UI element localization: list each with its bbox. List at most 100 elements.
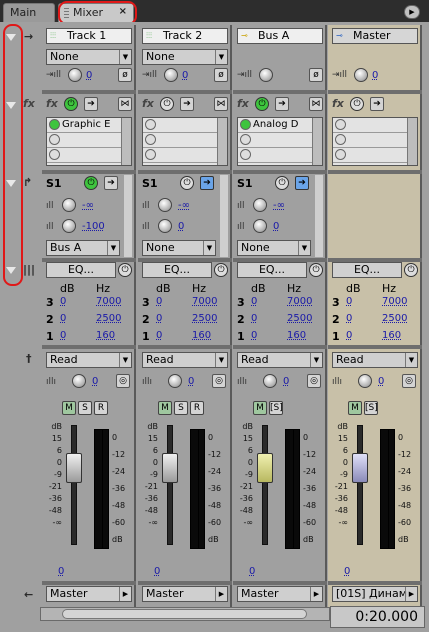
input-gain-value[interactable]: 0	[182, 70, 188, 81]
eq-gain-value[interactable]: 0	[60, 296, 66, 307]
eq-freq-value[interactable]: 7000	[96, 296, 121, 307]
eq-button[interactable]: EQ...	[237, 262, 307, 278]
phase-invert-button[interactable]: ø	[214, 68, 228, 82]
eq-gain-value[interactable]: 0	[60, 330, 66, 341]
fx-slot[interactable]	[47, 133, 131, 148]
fx-bypass-button[interactable]: ⋈	[118, 97, 132, 111]
stereo-width-button[interactable]: ◎	[212, 374, 226, 388]
automation-mode-select[interactable]: Read ▼	[332, 352, 418, 368]
send-volume-knob[interactable]	[253, 198, 267, 212]
eq-power-button[interactable]: ⏻	[309, 263, 323, 277]
track-name-track2[interactable]: ⫶⫶⫶ Track 2	[142, 28, 228, 44]
pan-knob[interactable]	[72, 374, 86, 388]
send-volume-knob[interactable]	[158, 198, 172, 212]
fx-slot-power-icon[interactable]	[145, 134, 156, 145]
mute-button[interactable]: M	[158, 401, 172, 415]
fx-prefader-button[interactable]: ➔	[180, 97, 194, 111]
send-bus-select[interactable]: None ▼	[237, 240, 311, 256]
fx-scrollbar[interactable]	[217, 118, 227, 165]
send-pan-value[interactable]: 0	[273, 221, 279, 232]
solo-button[interactable]: [S]	[269, 401, 283, 415]
fx-bypass-button[interactable]: ⋈	[214, 97, 228, 111]
eq-freq-value[interactable]: 160	[96, 330, 115, 341]
send-bus-select[interactable]: None ▼	[142, 240, 216, 256]
send-pan-value[interactable]: 0	[178, 221, 184, 232]
fx-power-button[interactable]: ⏻	[64, 97, 78, 111]
automation-mode-select[interactable]: Read ▼	[46, 352, 132, 368]
fx-prefader-button[interactable]: ➔	[84, 97, 98, 111]
send-pan-knob[interactable]	[62, 219, 76, 233]
horizontal-scroll-thumb[interactable]	[62, 609, 307, 619]
fx-slot-power-icon[interactable]	[335, 134, 346, 145]
eq-freq-value[interactable]: 7000	[192, 296, 217, 307]
eq-freq-value[interactable]: 2500	[382, 313, 407, 324]
eq-button[interactable]: EQ...	[142, 262, 212, 278]
pan-value[interactable]: 0	[283, 376, 289, 387]
send-prefader-button[interactable]: ➔	[295, 176, 309, 190]
fx-slot[interactable]	[333, 148, 417, 163]
pan-value[interactable]: 0	[92, 376, 98, 387]
send-power-button[interactable]: ⏻	[275, 176, 289, 190]
eq-freq-value[interactable]: 7000	[287, 296, 312, 307]
input-gain-value[interactable]: 0	[86, 70, 92, 81]
volume-value[interactable]: 0	[249, 566, 255, 577]
volume-value[interactable]: 0	[154, 566, 160, 577]
pan-knob[interactable]	[263, 374, 277, 388]
fx-power-button[interactable]: ⏻	[160, 97, 174, 111]
automation-mode-select[interactable]: Read ▼	[237, 352, 323, 368]
input-gain-value[interactable]: 0	[372, 70, 378, 81]
send-pan-value[interactable]: -100	[82, 221, 105, 232]
fx-prefader-button[interactable]: ➔	[370, 97, 384, 111]
eq-gain-value[interactable]: 0	[60, 313, 66, 324]
track-name-track1[interactable]: ⫶⫶⫶ Track 1	[46, 28, 132, 44]
solo-button[interactable]: S	[174, 401, 188, 415]
send-power-button[interactable]: ⏻	[180, 176, 194, 190]
input-select[interactable]: None ▼	[46, 49, 132, 65]
fx-power-button[interactable]: ⏻	[350, 97, 364, 111]
eq-gain-value[interactable]: 0	[251, 330, 257, 341]
fx-scrollbar[interactable]	[407, 118, 417, 165]
fx-slot-power-icon[interactable]	[49, 134, 60, 145]
volume-fader[interactable]	[66, 453, 82, 483]
eq-gain-value[interactable]: 0	[251, 296, 257, 307]
fx-slot[interactable]	[238, 133, 322, 148]
fx-slot-power-icon[interactable]	[145, 119, 156, 130]
send-volume-value[interactable]: -∞	[273, 200, 285, 211]
panel-menu-icon[interactable]: ▶	[404, 5, 420, 19]
eq-gain-value[interactable]: 0	[251, 313, 257, 324]
send-bus-select[interactable]: Bus A ▼	[46, 240, 120, 256]
fx-slot-power-icon[interactable]	[145, 149, 156, 160]
fx-slot[interactable]: Analog D	[238, 118, 322, 133]
phase-invert-button[interactable]: ø	[118, 68, 132, 82]
output-select[interactable]: Master ▶	[46, 586, 132, 602]
send-power-button[interactable]: ⏻	[84, 176, 98, 190]
eq-freq-value[interactable]: 2500	[96, 313, 121, 324]
eq-gain-value[interactable]: 0	[156, 330, 162, 341]
stereo-width-button[interactable]: ◎	[402, 374, 416, 388]
volume-value[interactable]: 0	[344, 566, 350, 577]
eq-gain-value[interactable]: 0	[346, 330, 352, 341]
solo-button[interactable]: S	[78, 401, 92, 415]
output-select[interactable]: Master ▶	[237, 586, 323, 602]
tab-main[interactable]: Main	[3, 3, 55, 22]
eq-freq-value[interactable]: 160	[382, 330, 401, 341]
eq-button[interactable]: EQ...	[46, 262, 116, 278]
fx-slot-power-icon[interactable]	[335, 149, 346, 160]
fx-slot-power-icon[interactable]	[49, 149, 60, 160]
fx-scrollbar[interactable]	[121, 118, 131, 165]
fx-slot[interactable]	[333, 133, 417, 148]
fx-slot[interactable]: Graphic E	[47, 118, 131, 133]
eq-gain-value[interactable]: 0	[156, 313, 162, 324]
eq-freq-value[interactable]: 160	[287, 330, 306, 341]
pan-knob[interactable]	[358, 374, 372, 388]
send-pan-knob[interactable]	[158, 219, 172, 233]
eq-freq-value[interactable]: 2500	[192, 313, 217, 324]
mute-button[interactable]: M	[62, 401, 76, 415]
fx-bypass-button[interactable]: ⋈	[309, 97, 323, 111]
eq-freq-value[interactable]: 160	[192, 330, 211, 341]
fx-slot[interactable]	[143, 118, 227, 133]
stereo-width-button[interactable]: ◎	[116, 374, 130, 388]
send-volume-knob[interactable]	[62, 198, 76, 212]
send-prefader-button[interactable]: ➔	[104, 176, 118, 190]
send-pan-knob[interactable]	[253, 219, 267, 233]
